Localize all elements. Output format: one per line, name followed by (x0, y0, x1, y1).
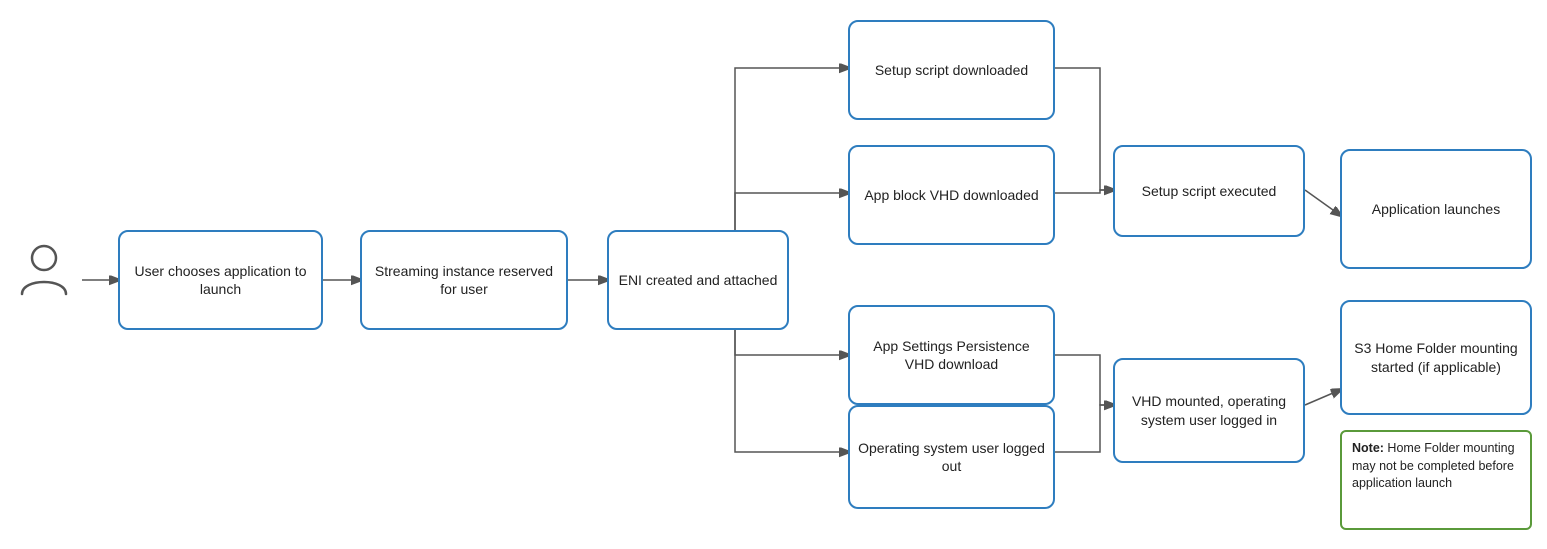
os-user-node: Operating system user logged out (848, 405, 1055, 509)
setup-executed-node: Setup script executed (1113, 145, 1305, 237)
note-box: Note: Home Folder mounting may not be co… (1340, 430, 1532, 530)
diagram: User chooses application to launch Strea… (0, 0, 1547, 549)
app-block-vhd-node: App block VHD downloaded (848, 145, 1055, 245)
eni-node: ENI created and attached (607, 230, 789, 330)
user-icon (18, 242, 70, 300)
s3-home-node: S3 Home Folder mounting started (if appl… (1340, 300, 1532, 415)
streaming-instance-node: Streaming instance reserved for user (360, 230, 568, 330)
app-settings-node: App Settings Persistence VHD download (848, 305, 1055, 405)
user-chooses-node: User chooses application to launch (118, 230, 323, 330)
vhd-mounted-node: VHD mounted, operating system user logge… (1113, 358, 1305, 463)
app-launches-node: Application launches (1340, 149, 1532, 269)
setup-script-node: Setup script downloaded (848, 20, 1055, 120)
